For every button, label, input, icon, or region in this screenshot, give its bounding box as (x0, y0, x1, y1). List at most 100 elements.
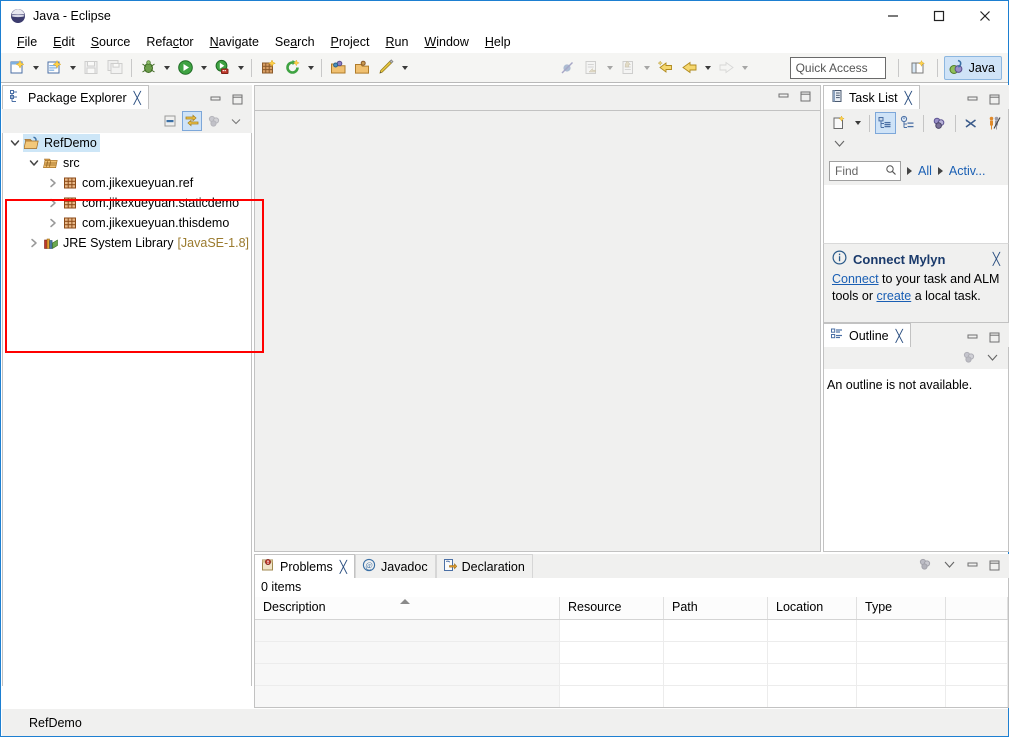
tree-item[interactable]: JRE System Library [JavaSE-1.8] (3, 233, 251, 253)
search-icon[interactable] (885, 164, 897, 179)
close-icon[interactable]: ╳ (896, 329, 903, 343)
table-row[interactable] (255, 642, 1008, 664)
new-task-icon[interactable] (829, 112, 850, 134)
menu-navigate[interactable]: Navigate (202, 33, 267, 51)
tree-item[interactable]: src (3, 153, 251, 173)
mylyn-connect-link[interactable]: Connect (832, 272, 879, 286)
maximize-icon[interactable] (988, 331, 1001, 344)
debug-dropdown-icon[interactable] (160, 57, 173, 79)
table-row[interactable] (255, 620, 1008, 642)
quick-access-input[interactable]: Quick Access (789, 56, 886, 79)
tree-item-content[interactable]: src (42, 154, 83, 172)
minimize-icon[interactable] (966, 559, 979, 572)
view-menu-chevron-icon[interactable] (942, 558, 957, 573)
column-header[interactable]: Type (857, 597, 946, 619)
task-find-input[interactable]: Find (829, 161, 901, 181)
refresh-dropdown-icon[interactable] (304, 57, 317, 79)
filter-activity-arrow-icon[interactable] (937, 167, 943, 175)
scheduled-presentation-icon[interactable] (898, 112, 919, 134)
maximize-button[interactable] (916, 1, 962, 31)
synchronize-changed-icon[interactable] (929, 112, 950, 134)
run-icon[interactable] (174, 57, 196, 79)
view-menu-chevron-icon[interactable] (832, 137, 847, 152)
new-java-class-dropdown-icon[interactable] (66, 57, 79, 79)
table-row[interactable] (255, 686, 1008, 707)
last-edit-location-icon[interactable] (654, 57, 676, 79)
tree-item-content[interactable]: com.jikexueyuan.staticdemo (61, 194, 242, 212)
minimize-button[interactable] (870, 1, 916, 31)
column-header[interactable]: Description (255, 597, 560, 619)
table-row[interactable] (255, 664, 1008, 686)
menu-project[interactable]: Project (323, 33, 378, 51)
show-task-hierarchy-icon[interactable] (983, 112, 1004, 134)
tree-item[interactable]: com.jikexueyuan.thisdemo (3, 213, 251, 233)
menu-search[interactable]: Search (267, 33, 323, 51)
new-task-dropdown-icon[interactable] (852, 112, 864, 134)
problems-table-body[interactable] (255, 620, 1008, 707)
back-dropdown-icon[interactable] (701, 57, 714, 79)
tree-item-content[interactable]: com.jikexueyuan.ref (61, 174, 196, 192)
mylyn-create-link[interactable]: create (876, 289, 911, 303)
menu-edit[interactable]: Edit (45, 33, 83, 51)
link-with-editor-icon[interactable] (961, 349, 977, 368)
minimize-icon[interactable] (966, 331, 979, 344)
annotation-dropdown-icon[interactable] (398, 57, 411, 79)
refresh-icon[interactable] (281, 57, 303, 79)
maximize-icon[interactable] (799, 90, 812, 103)
perspective-java-button[interactable]: Java (943, 55, 1002, 80)
tree-item[interactable]: com.jikexueyuan.ref (3, 173, 251, 193)
chevron-down-icon[interactable] (26, 155, 42, 171)
close-button[interactable] (962, 1, 1008, 31)
menu-help[interactable]: Help (477, 33, 519, 51)
new-wizard-icon[interactable] (6, 57, 28, 79)
tree-item-content[interactable]: com.jikexueyuan.thisdemo (61, 214, 232, 232)
menu-file[interactable]: File (9, 33, 45, 51)
close-icon[interactable]: ╳ (134, 91, 141, 105)
minimize-icon[interactable] (777, 90, 790, 103)
chevron-right-icon[interactable] (45, 215, 61, 231)
tree-item-content[interactable]: RefDemo (23, 134, 100, 152)
close-icon[interactable]: ╳ (340, 560, 347, 574)
menu-refactor[interactable]: Refactor (138, 33, 201, 51)
collapse-all-icon[interactable] (160, 111, 180, 131)
categorized-presentation-icon[interactable] (874, 112, 896, 134)
filter-all-link[interactable]: All (918, 164, 932, 178)
open-perspective-icon[interactable] (908, 57, 930, 79)
task-list-empty-area[interactable] (823, 185, 1009, 243)
tree-item-content[interactable]: JRE System Library [JavaSE-1.8] (42, 234, 251, 252)
tree-item[interactable]: com.jikexueyuan.staticdemo (3, 193, 251, 213)
chevron-right-icon[interactable] (45, 175, 61, 191)
problems-table[interactable]: Description Resource Path Location Type (254, 597, 1009, 708)
menu-source[interactable]: Source (83, 33, 139, 51)
view-menu-icon[interactable] (204, 111, 224, 131)
view-menu-chevron-icon[interactable] (985, 351, 1000, 366)
close-icon[interactable]: ╳ (993, 252, 1000, 266)
chevron-right-icon[interactable] (45, 195, 61, 211)
tab-outline[interactable]: Outline ╳ (823, 323, 911, 347)
menu-run[interactable]: Run (377, 33, 416, 51)
new-wizard-dropdown-icon[interactable] (29, 57, 42, 79)
chevron-right-icon[interactable] (26, 235, 42, 251)
debug-icon[interactable] (137, 57, 159, 79)
run-dropdown-icon[interactable] (197, 57, 210, 79)
tab-javadoc[interactable]: @ Javadoc (355, 554, 436, 578)
run-external-tools-dropdown-icon[interactable] (234, 57, 247, 79)
tab-problems[interactable]: Problems ╳ (254, 554, 356, 578)
problems-filters-icon[interactable] (917, 556, 933, 575)
run-external-tools-icon[interactable] (211, 57, 233, 79)
maximize-icon[interactable] (231, 93, 244, 106)
minimize-icon[interactable] (209, 93, 222, 106)
maximize-icon[interactable] (988, 559, 1001, 572)
annotation-icon[interactable] (375, 57, 397, 79)
open-task-icon[interactable] (351, 57, 373, 79)
filter-all-arrow-icon[interactable] (907, 167, 912, 175)
new-java-project-icon[interactable] (257, 57, 279, 79)
tab-package-explorer[interactable]: Package Explorer ╳ (2, 85, 149, 109)
tree-item[interactable]: RefDemo (3, 133, 251, 153)
package-explorer-tree[interactable]: RefDemo src com.jikexueyuan.ref com.jikexue… (2, 133, 252, 686)
tab-declaration[interactable]: Declaration (435, 554, 533, 578)
tab-task-list[interactable]: Task List ╳ (823, 85, 920, 109)
open-type-icon[interactable] (327, 57, 349, 79)
maximize-icon[interactable] (988, 93, 1001, 106)
link-with-editor-icon[interactable] (182, 111, 202, 131)
